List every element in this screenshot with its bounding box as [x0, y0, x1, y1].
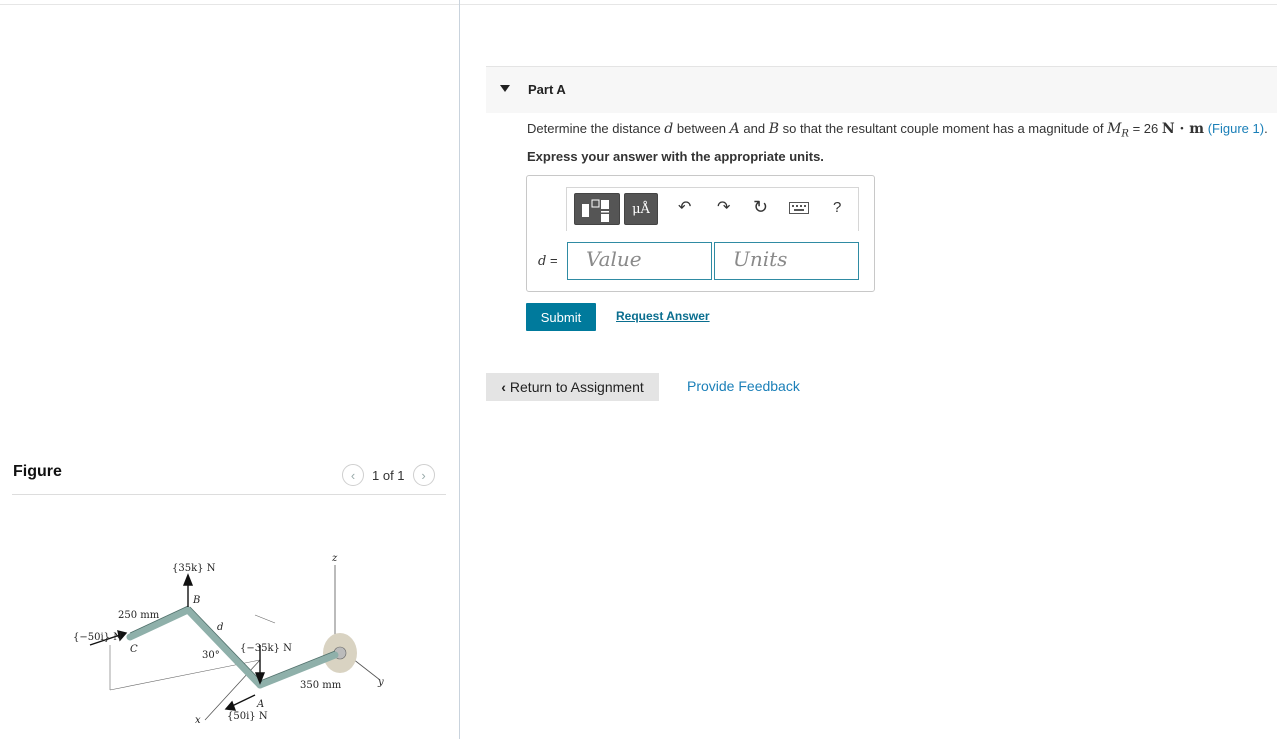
- part-label: Part A: [528, 82, 566, 97]
- math-toolbar: μÅ ↶ ↷ ↻ ?: [566, 187, 859, 231]
- answer-variable-label: d =: [538, 253, 558, 269]
- top-border: [0, 4, 1277, 5]
- pane-divider[interactable]: [459, 0, 460, 739]
- figure-separator: [12, 494, 446, 495]
- return-to-assignment-button[interactable]: ‹ Return to Assignment: [486, 373, 659, 401]
- next-figure-button[interactable]: ›: [412, 464, 435, 486]
- part-a-header[interactable]: [486, 66, 1277, 113]
- fig-label-y: y: [377, 677, 384, 688]
- fig-label-minus50i: {−50i} N: [73, 632, 122, 643]
- fig-label-250mm: 250 mm: [118, 610, 160, 621]
- pipe-assembly-figure: {35k} N {−50i} N {−35k} N {50i} N 250 mm…: [73, 553, 384, 726]
- chevron-left-icon: ‹: [501, 379, 506, 395]
- chevron-right-icon: ›: [421, 467, 426, 483]
- figure-pager: ‹ 1 of 1 ›: [342, 464, 435, 486]
- redo-icon[interactable]: ↷: [717, 200, 730, 216]
- request-answer-link[interactable]: Request Answer: [616, 309, 710, 323]
- prev-figure-button[interactable]: ‹: [342, 464, 364, 486]
- fig-label-50i: {50i} N: [227, 711, 268, 722]
- provide-feedback-link[interactable]: Provide Feedback: [687, 378, 800, 394]
- units-input[interactable]: Units: [714, 242, 859, 280]
- value-input[interactable]: Value: [567, 242, 712, 280]
- keyboard-icon[interactable]: [789, 202, 809, 218]
- pager-text: 1 of 1: [372, 467, 405, 483]
- help-icon[interactable]: ?: [833, 200, 841, 216]
- fig-label-d: d: [217, 622, 223, 633]
- figure-link[interactable]: (Figure 1): [1208, 121, 1264, 136]
- fig-label-z: z: [331, 553, 338, 564]
- undo-icon[interactable]: ↶: [678, 200, 691, 216]
- fig-label-35k: {35k} N: [172, 563, 216, 574]
- figure-title: Figure: [13, 463, 62, 480]
- units-button[interactable]: μÅ: [624, 193, 658, 225]
- fig-label-angle: 30°: [202, 650, 220, 661]
- fig-label-x: x: [195, 715, 201, 726]
- pipe: [126, 606, 339, 689]
- fig-label-A: A: [256, 699, 264, 710]
- templates-icon: [582, 199, 609, 222]
- templates-button[interactable]: [574, 193, 620, 225]
- submit-button[interactable]: Submit: [526, 303, 596, 331]
- fig-label-350mm: 350 mm: [300, 680, 342, 691]
- chevron-left-icon: ‹: [350, 467, 356, 483]
- fig-label-minus35k: {−35k} N: [240, 643, 292, 654]
- instruction-text: Express your answer with the appropriate…: [527, 149, 824, 164]
- question-prompt: Determine the distance d between A and B…: [527, 121, 1268, 140]
- fig-label-B: B: [192, 595, 200, 606]
- caret-down-icon[interactable]: [500, 85, 510, 92]
- reset-icon[interactable]: ↻: [753, 198, 768, 216]
- fig-label-C: C: [130, 644, 138, 655]
